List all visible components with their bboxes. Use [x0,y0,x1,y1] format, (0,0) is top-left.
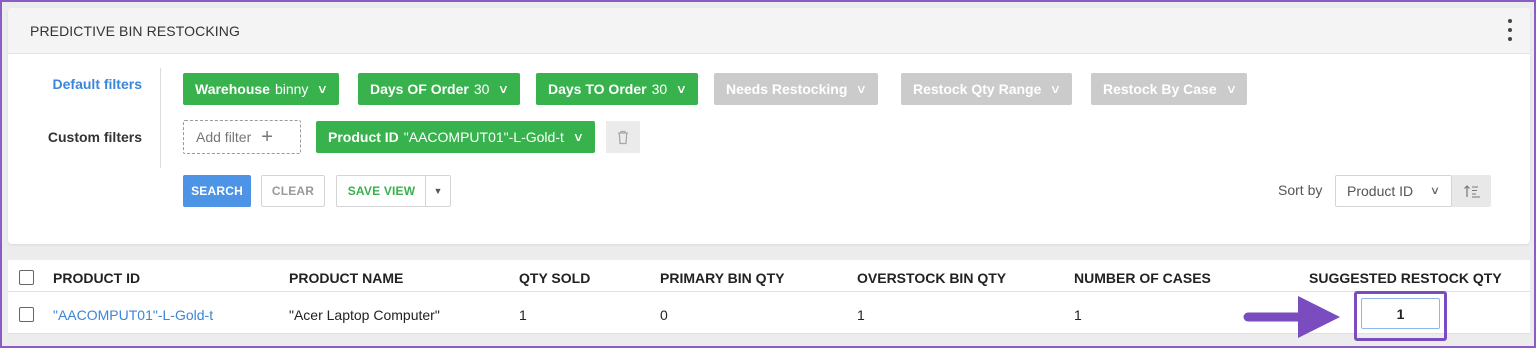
chevron-down-icon: ∨ [675,82,688,96]
chevron-down-icon: ∨ [498,82,510,96]
column-header-suggested-restock-qty[interactable]: SUGGESTED RESTOCK QTY [1309,270,1502,286]
trash-icon [618,130,628,144]
filter-chip-label: Product ID [328,129,399,145]
filter-chip-value: "AACOMPUT01"-L-Gold-t [403,129,564,145]
panel-header: PREDICTIVE BIN RESTOCKING [8,8,1530,54]
filter-chip-label: Needs Restocking [726,81,848,97]
annotation-arrow-icon [1243,296,1340,338]
save-view-dropdown-button[interactable]: ▼ [425,175,451,207]
row-checkbox[interactable] [19,307,34,322]
filter-chip-label: Restock By Case [1103,81,1217,97]
product-id-link[interactable]: "AACOMPUT01"-L-Gold-t [53,307,213,323]
filter-chip-label: Restock Qty Range [913,81,1042,97]
filter-chip-needs-restocking[interactable]: Needs Restocking ∨ [714,73,879,105]
column-header-overstock-bin-qty[interactable]: OVERSTOCK BIN QTY [857,270,1006,286]
filter-chip-days-of-order[interactable]: Days OF Order 30 ∨ [358,73,521,105]
sort-direction-button[interactable] [1452,175,1491,207]
qty-sold-cell: 1 [519,307,527,323]
column-header-qty-sold[interactable]: QTY SOLD [519,270,590,286]
panel-title: PREDICTIVE BIN RESTOCKING [30,23,240,39]
chevron-down-icon: ∨ [1225,82,1237,96]
select-all-checkbox[interactable] [19,270,34,285]
sort-selected-value: Product ID [1347,183,1414,199]
overstock-bin-qty-cell: 1 [857,307,865,323]
caret-down-icon: ▼ [433,186,443,196]
filter-divider [160,68,161,168]
chevron-down-icon: ∨ [1429,185,1441,197]
product-name-cell: "Acer Laptop Computer" [289,307,440,323]
filter-chip-label: Warehouse [195,81,270,97]
chevron-down-icon: ∨ [317,82,329,96]
column-header-product-id[interactable]: PRODUCT ID [53,270,140,286]
filter-chip-value: binny [274,81,309,97]
filter-chip-label: Days TO Order [548,81,647,97]
sort-by-select[interactable]: Product ID ∨ [1335,175,1452,207]
table-header: PRODUCT ID PRODUCT NAME QTY SOLD PRIMARY… [8,260,1530,292]
filter-chip-value: 30 [473,81,490,97]
search-button[interactable]: SEARCH [183,175,251,207]
clear-button[interactable]: CLEAR [261,175,325,207]
column-header-product-name[interactable]: PRODUCT NAME [289,270,403,286]
add-filter-label: Add filter [196,129,252,145]
filter-chip-restock-qty-range[interactable]: Restock Qty Range ∨ [901,73,1073,105]
delete-filter-button[interactable] [606,121,640,153]
save-view-button[interactable]: SAVE VIEW [336,175,426,207]
sort-by-label: Sort by [1278,182,1323,198]
annotation-highlight-box [1354,291,1447,341]
column-header-number-of-cases[interactable]: NUMBER OF CASES [1074,270,1211,286]
filter-chip-days-to-order[interactable]: Days TO Order 30 ∨ [536,73,698,105]
filter-chip-restock-by-case[interactable]: Restock By Case ∨ [1091,73,1248,105]
sort-ascending-icon [1463,185,1480,198]
chevron-down-icon: ∨ [1050,82,1062,96]
add-filter-button[interactable]: Add filter + [183,120,301,154]
primary-bin-qty-cell: 0 [660,307,668,323]
filter-chip-value: 30 [651,81,668,97]
chevron-down-icon: ∨ [572,130,584,144]
column-header-primary-bin-qty[interactable]: PRIMARY BIN QTY [660,270,784,286]
filter-chip-product-id[interactable]: Product ID "AACOMPUT01"-L-Gold-t ∨ [316,121,595,153]
number-of-cases-cell: 1 [1074,307,1082,323]
plus-icon: + [261,126,273,148]
filter-chip-warehouse[interactable]: Warehouse binny ∨ [183,73,340,105]
filter-chip-label: Days OF Order [370,81,469,97]
custom-filters-label: Custom filters [47,129,142,145]
kebab-menu-icon[interactable] [1504,19,1516,41]
default-filters-label[interactable]: Default filters [2,76,142,92]
chevron-down-icon: ∨ [856,82,868,96]
